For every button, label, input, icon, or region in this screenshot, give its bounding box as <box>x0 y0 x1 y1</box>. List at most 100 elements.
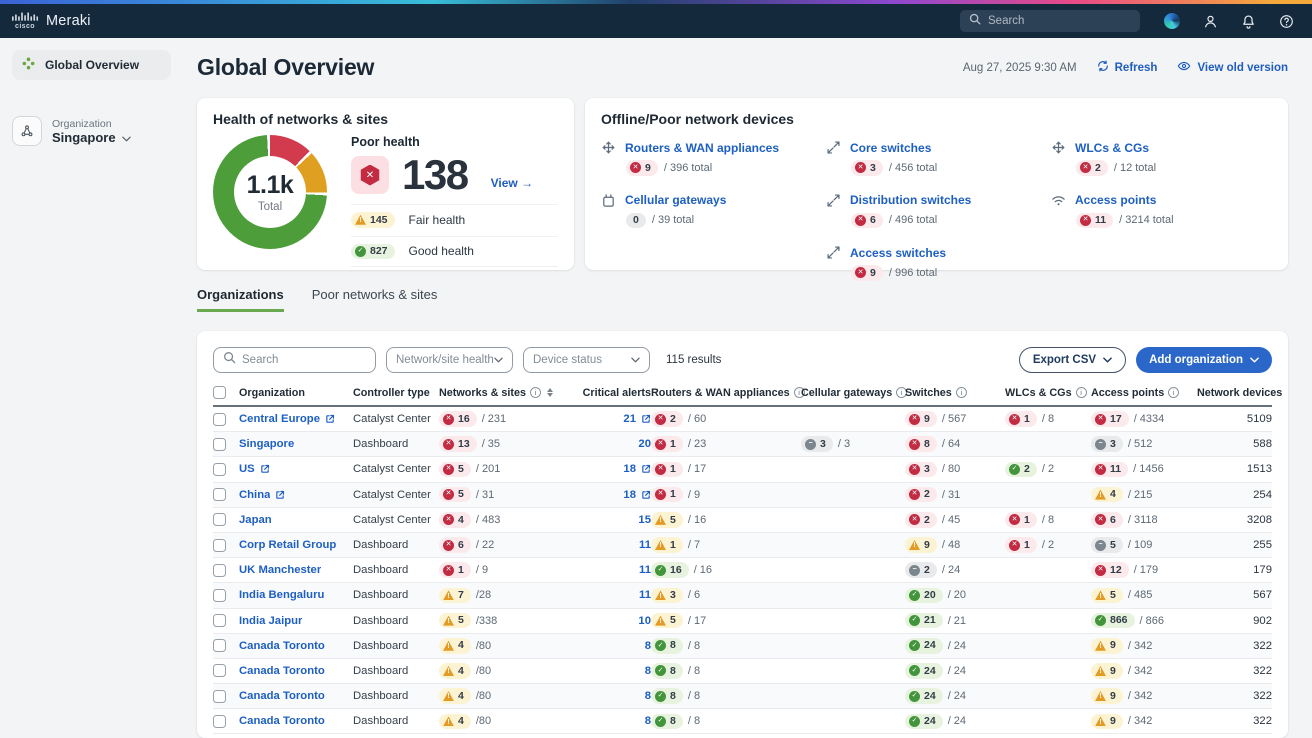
row-checkbox[interactable] <box>213 513 226 526</box>
row-checkbox[interactable] <box>213 463 226 476</box>
critical-alerts-link[interactable]: 18 <box>623 489 636 501</box>
organization-icon-button[interactable] <box>12 116 42 146</box>
table-search[interactable] <box>213 347 376 373</box>
column-header[interactable]: Critical alerts <box>559 387 651 399</box>
sort-icon[interactable] <box>547 388 553 397</box>
device-status-dropdown[interactable]: Device status <box>523 347 650 373</box>
row-checkbox[interactable] <box>213 690 226 703</box>
global-search[interactable] <box>960 10 1140 32</box>
info-icon[interactable]: i <box>530 387 541 398</box>
last-updated-timestamp: Aug 27, 2025 9:30 AM <box>963 62 1077 74</box>
organization-link[interactable]: US <box>239 463 255 475</box>
organization-link[interactable]: China <box>239 489 270 501</box>
error-icon: ✕ <box>443 514 454 525</box>
organization-link[interactable]: Canada Toronto <box>239 690 325 702</box>
critical-alerts-link[interactable]: 18 <box>623 463 636 475</box>
device-category-link[interactable]: Access points <box>1075 193 1156 207</box>
organization-link[interactable]: Central Europe <box>239 413 320 425</box>
organization-link[interactable]: India Jaipur <box>239 615 302 627</box>
organization-link[interactable]: Canada Toronto <box>239 715 325 727</box>
row-checkbox[interactable] <box>213 664 226 677</box>
info-icon[interactable]: i <box>956 387 967 398</box>
organization-selector[interactable]: Singapore <box>52 130 131 145</box>
error-icon: ✕ <box>443 464 454 475</box>
organization-link[interactable]: UK Manchester <box>239 564 321 576</box>
organization-link[interactable]: Singapore <box>239 438 294 450</box>
total-count: / 24 <box>942 564 960 576</box>
table-search-input[interactable] <box>242 354 366 366</box>
critical-alerts-link[interactable]: 10 <box>638 615 651 627</box>
info-icon[interactable]: i <box>1076 387 1087 398</box>
total-count: / 24 <box>948 665 966 677</box>
row-checkbox[interactable] <box>213 413 226 426</box>
total-count: / 24 <box>948 715 966 727</box>
arrow-right-icon: → <box>521 176 533 190</box>
external-link-icon[interactable] <box>275 490 285 500</box>
column-header[interactable]: Controller type <box>353 387 439 399</box>
view-link[interactable]: View → <box>491 176 533 190</box>
organization-link[interactable]: Japan <box>239 514 272 526</box>
column-header[interactable]: Network devices <box>1197 387 1282 399</box>
critical-alerts-link[interactable]: 20 <box>638 438 651 450</box>
brand-logo[interactable]: cisco Meraki <box>12 12 91 30</box>
critical-alerts-link[interactable]: 21 <box>623 413 636 425</box>
network-devices-count: 5109 <box>1247 413 1272 425</box>
critical-alerts-link[interactable]: 15 <box>638 514 651 526</box>
total-count: / 22 <box>476 539 494 551</box>
sidebar-item-global-overview[interactable]: Global Overview <box>12 50 171 80</box>
notifications-bell-icon[interactable] <box>1241 14 1256 29</box>
row-checkbox[interactable] <box>213 589 226 602</box>
total-count: / 24 <box>948 690 966 702</box>
column-header[interactable]: Organization <box>239 387 353 399</box>
organization-link[interactable]: Canada Toronto <box>239 640 325 652</box>
network-site-health-dropdown[interactable]: Network/site health <box>386 347 513 373</box>
critical-alerts-link[interactable]: 11 <box>639 589 651 601</box>
external-link-icon[interactable] <box>641 464 651 474</box>
controller-type: Dashboard <box>353 539 408 551</box>
assistant-icon[interactable] <box>1164 13 1180 29</box>
row-checkbox[interactable] <box>213 564 226 577</box>
select-all-checkbox[interactable] <box>213 386 226 399</box>
total-count: / 80 <box>942 463 960 475</box>
critical-alerts-link[interactable]: 11 <box>639 564 651 576</box>
refresh-button[interactable]: Refresh <box>1097 60 1158 75</box>
tab-organizations[interactable]: Organizations <box>197 287 284 312</box>
row-checkbox[interactable] <box>213 639 226 652</box>
external-link-icon[interactable] <box>641 414 651 424</box>
check-icon: ✓ <box>909 615 920 626</box>
row-checkbox[interactable] <box>213 614 226 627</box>
external-link-icon[interactable] <box>260 464 270 474</box>
column-header[interactable]: Switchesi <box>905 387 1005 399</box>
help-icon[interactable] <box>1279 14 1294 29</box>
organization-link[interactable]: India Bengaluru <box>239 589 324 601</box>
tab-poor-networks-sites[interactable]: Poor networks & sites <box>312 287 438 312</box>
device-category-link[interactable]: Cellular gateways <box>625 193 726 207</box>
add-organization-button[interactable]: Add organization <box>1136 347 1272 373</box>
row-checkbox[interactable] <box>213 539 226 552</box>
search-input[interactable] <box>988 15 1131 27</box>
column-header[interactable]: Networks & sitesi <box>439 387 559 399</box>
critical-alerts-link[interactable]: 11 <box>639 539 651 551</box>
device-category-link[interactable]: Distribution switches <box>850 193 971 207</box>
organization-link[interactable]: Canada Toronto <box>239 665 325 677</box>
device-category-link[interactable]: WLCs & CGs <box>1075 141 1149 155</box>
column-header[interactable]: WLCs & CGsi <box>1005 387 1091 399</box>
external-link-icon[interactable] <box>641 490 651 500</box>
external-link-icon[interactable] <box>325 414 335 424</box>
row-checkbox[interactable] <box>213 438 226 451</box>
export-csv-button[interactable]: Export CSV <box>1019 347 1126 373</box>
column-header[interactable]: Access pointsi <box>1091 387 1197 399</box>
total-count: / 12 total <box>1114 162 1156 174</box>
device-category-link[interactable]: Routers & WAN appliances <box>625 141 779 155</box>
column-header[interactable]: Cellular gatewaysi <box>801 387 905 399</box>
organization-link[interactable]: Corp Retail Group <box>239 539 336 551</box>
row-checkbox[interactable] <box>213 715 226 728</box>
info-icon[interactable]: i <box>1168 387 1179 398</box>
account-icon[interactable] <box>1203 14 1218 29</box>
warning-icon: ! <box>443 691 454 701</box>
column-header[interactable]: Routers & WAN appliancesi <box>651 387 801 399</box>
device-category-link[interactable]: Access switches <box>850 246 946 260</box>
device-category-link[interactable]: Core switches <box>850 141 931 155</box>
view-old-version-button[interactable]: View old version <box>1177 59 1288 76</box>
row-checkbox[interactable] <box>213 488 226 501</box>
